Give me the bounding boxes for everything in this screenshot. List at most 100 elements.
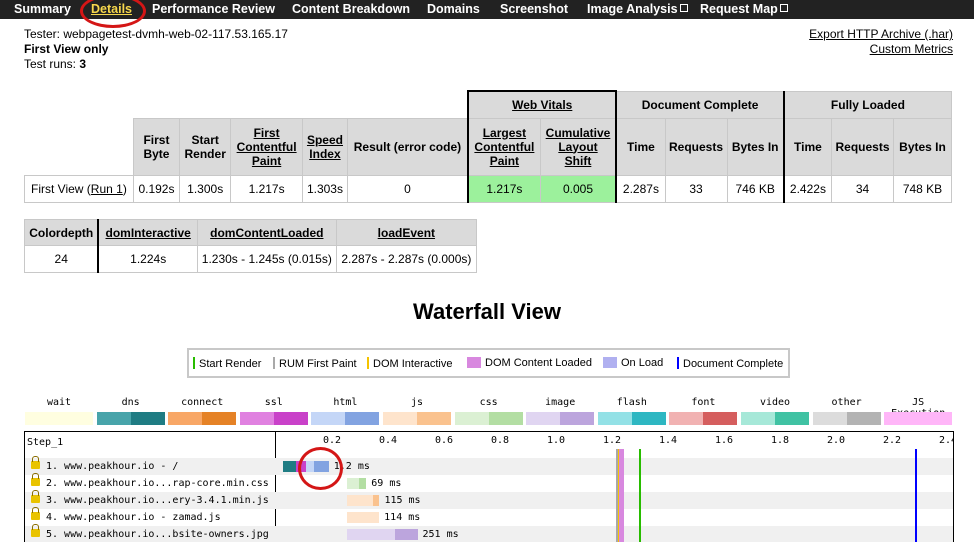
colordepth-value: 24 xyxy=(24,245,99,273)
external-link-icon xyxy=(679,4,688,12)
col-dc-bytes: Bytes In xyxy=(726,117,785,176)
type-legend-swatch xyxy=(168,412,237,425)
dom-content-loaded-swatch xyxy=(467,357,481,368)
col-lcp[interactable]: Largest Contentful Paint xyxy=(467,117,541,176)
time-tick: 0.4 xyxy=(379,435,398,446)
start-render-line xyxy=(639,449,641,542)
nav-domains[interactable]: Domains xyxy=(427,2,480,16)
waterfall-row[interactable]: 5. www.peakhour.io...bsite-owners.jpg 251… xyxy=(25,524,953,542)
type-legend-swatch xyxy=(741,412,809,425)
type-legend-swatch xyxy=(884,412,953,425)
dom-interactive-swatch xyxy=(367,357,369,369)
waterfall-row[interactable]: 1. www.peakhour.io - /1.2 ms xyxy=(25,456,953,475)
fcp-link[interactable]: First Contentful Paint xyxy=(237,126,297,168)
test-runs-value: 3 xyxy=(79,57,87,71)
fl-bytes-value: 748 KB xyxy=(893,174,952,203)
type-legend-label-ssl: ssl xyxy=(264,397,283,408)
type-legend-swatch xyxy=(669,412,738,425)
cls-link[interactable]: Cumulative Layout Shift xyxy=(546,126,611,168)
time-tick: 1.2 xyxy=(603,435,622,446)
dominteractive-value: 1.224s xyxy=(97,245,198,273)
type-legend-swatch xyxy=(311,412,380,425)
nav-content-breakdown[interactable]: Content Breakdown xyxy=(292,2,410,16)
external-link-icon xyxy=(779,4,788,12)
legend-rum-first-paint-label: RUM First Paint xyxy=(279,358,357,370)
legend-start-render: Start Render xyxy=(193,357,261,370)
rum-first-paint-swatch xyxy=(273,357,275,369)
waterfall-row[interactable]: 4. www.peakhour.io - zamad.js 114 ms xyxy=(25,507,953,526)
col-fcp[interactable]: First Contentful Paint xyxy=(230,117,304,176)
legend-dom-interactive: DOM Interactive xyxy=(367,357,452,370)
request-bar xyxy=(283,461,296,472)
highlight-circle xyxy=(298,447,343,490)
legend-on-load: On Load xyxy=(603,357,663,369)
test-runs-label: Test runs: xyxy=(24,57,80,71)
legend-dom-content-loaded-label: DOM Content Loaded xyxy=(485,357,593,369)
request-bar xyxy=(373,495,380,506)
fl-requests-value: 34 xyxy=(831,174,894,203)
nav-summary[interactable]: Summary xyxy=(14,2,71,16)
first-byte-value: 0.192s xyxy=(132,174,181,203)
request-label: 4. www.peakhour.io - zamad.js xyxy=(27,507,221,523)
export-har-link[interactable]: Export HTTP Archive (.har) xyxy=(809,27,953,42)
nav-screenshot[interactable]: Screenshot xyxy=(500,2,568,16)
time-tick: 2.0 xyxy=(827,435,846,446)
dominteractive-link[interactable]: domInteractive xyxy=(106,226,191,240)
col-loadevent[interactable]: loadEvent xyxy=(335,219,478,246)
waterfall-row[interactable]: 2. www.peakhour.io...rap-core.min.css 69 … xyxy=(25,473,953,492)
cls-value: 0.005 xyxy=(539,174,618,203)
document-complete-swatch xyxy=(677,357,679,369)
col-dominteractive[interactable]: domInteractive xyxy=(97,219,198,246)
run-1-link[interactable]: Run 1 xyxy=(91,182,123,196)
legend-dom-interactive-label: DOM Interactive xyxy=(373,358,453,370)
domcontentloaded-link[interactable]: domContentLoaded xyxy=(210,226,323,240)
custom-metrics-link[interactable]: Custom Metrics xyxy=(809,42,953,57)
col-domcontentloaded[interactable]: domContentLoaded xyxy=(196,219,337,246)
request-duration: 69 ms xyxy=(371,478,402,489)
type-legend-label-dns: dns xyxy=(121,397,140,408)
time-tick: 0.2 xyxy=(323,435,342,446)
nav-request-map[interactable]: Request Map xyxy=(700,2,788,16)
time-tick: 1.8 xyxy=(771,435,790,446)
col-cls[interactable]: Cumulative Layout Shift xyxy=(539,117,618,176)
request-label-text: 3. www.peakhour.io...ery-3.4.1.min.js xyxy=(46,495,269,506)
legend-dom-content-loaded: DOM Content Loaded xyxy=(467,357,592,369)
time-tick: 0.6 xyxy=(435,435,454,446)
request-duration: 115 ms xyxy=(384,495,421,506)
on-load-swatch xyxy=(603,357,617,368)
waterfall-row[interactable]: 3. www.peakhour.io...ery-3.4.1.min.js 115… xyxy=(25,490,953,509)
lock-icon xyxy=(31,473,40,486)
request-duration: 114 ms xyxy=(384,512,421,523)
type-legend-label-html: html xyxy=(333,397,358,408)
lcp-link[interactable]: Largest Contentful Paint xyxy=(474,126,534,168)
request-duration: 251 ms xyxy=(422,529,459,540)
nav-performance-review[interactable]: Performance Review xyxy=(152,2,275,16)
web-vitals-link[interactable]: Web Vitals xyxy=(512,98,572,112)
dom-content-loaded-line xyxy=(619,449,625,542)
lock-icon xyxy=(31,507,40,520)
speed-index-link[interactable]: Speed Index xyxy=(307,133,343,161)
lock-icon xyxy=(31,524,40,537)
type-legend-swatch xyxy=(383,412,451,425)
col-speed-index[interactable]: Speed Index xyxy=(302,117,348,176)
time-tick: 2.4 xyxy=(939,435,953,446)
speed-index-value: 1.303s xyxy=(302,174,348,203)
test-info: Tester: webpagetest-dvmh-web-02-117.53.1… xyxy=(24,27,288,72)
type-legend-label-connect: connect xyxy=(181,397,224,408)
loadevent-link[interactable]: loadEvent xyxy=(378,226,435,240)
type-legend-label-flash: flash xyxy=(616,397,647,408)
web-vitals-header[interactable]: Web Vitals xyxy=(467,90,618,119)
type-legend-label-wait: wait xyxy=(46,397,72,408)
dc-time-value: 2.287s xyxy=(615,174,666,203)
view-mode: First View only xyxy=(24,42,109,56)
step-label: Step_1 xyxy=(27,437,64,448)
type-legend-label-image: image xyxy=(545,397,576,408)
request-bar xyxy=(395,529,418,540)
highlight-circle xyxy=(80,0,146,28)
type-legend-swatch xyxy=(239,412,308,425)
request-label-text: 4. www.peakhour.io - zamad.js xyxy=(46,512,221,523)
nav-image-analysis[interactable]: Image Analysis xyxy=(587,2,688,16)
dc-bytes-value: 746 KB xyxy=(726,174,785,203)
col-dc-time: Time xyxy=(615,117,666,176)
col-dc-requests: Requests xyxy=(664,117,728,176)
